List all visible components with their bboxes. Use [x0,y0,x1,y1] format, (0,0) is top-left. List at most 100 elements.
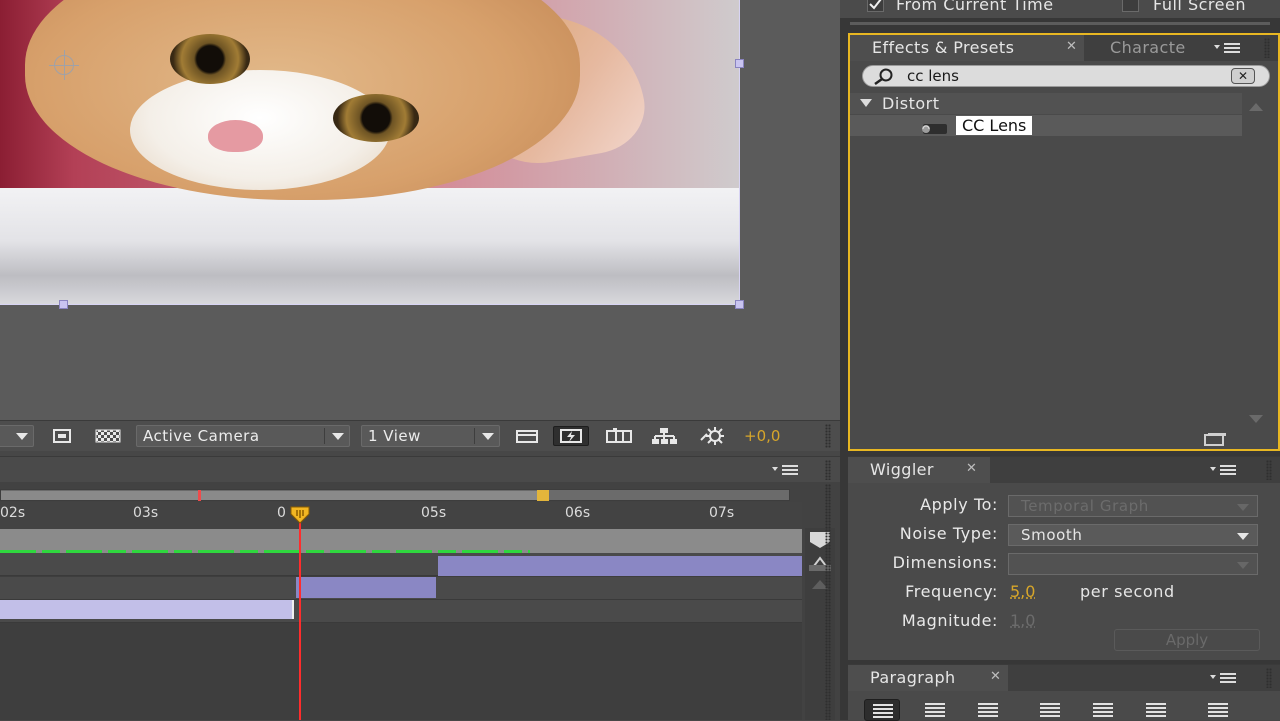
flowchart-icon[interactable] [650,426,677,446]
work-area-range[interactable] [1,491,546,500]
panel-grip[interactable] [1266,460,1272,480]
scroll-down-arrow-icon[interactable] [1248,409,1264,428]
work-area-end-handle[interactable] [537,490,549,501]
clear-search-icon[interactable]: ✕ [1231,68,1255,84]
pixel-aspect-icon[interactable] [515,426,539,446]
align-right-icon[interactable] [970,699,1006,721]
layer-duration-bar[interactable] [296,577,436,598]
category-label: Distort [882,94,940,113]
chevron-down-icon [1237,533,1249,540]
right-panel-column: From Current Time Full Screen Effects & … [840,0,1280,721]
apply-button[interactable]: Apply [1114,629,1260,651]
camera-dropdown[interactable]: Active Camera [136,425,350,447]
timeline-header [0,456,840,482]
transform-handle-right[interactable] [735,59,744,68]
search-query-text: cc lens [907,67,959,85]
chevron-down-icon [1237,504,1249,511]
resolution-dropdown[interactable] [0,425,34,447]
effects-presets-panel: Effects & Presets ✕ Characte cc lens ✕ D… [848,33,1280,451]
effects-list: Distort CC Lens [850,93,1242,437]
apply-to-dropdown[interactable]: Temporal Graph [1008,495,1258,517]
tab-character-label: Characte [1110,38,1186,57]
close-icon[interactable]: ✕ [990,669,1001,684]
playhead-icon[interactable] [288,506,312,524]
justify-last-left-icon[interactable] [1032,699,1068,721]
list-item-effect[interactable]: CC Lens [850,115,1242,136]
panel-grip[interactable] [1266,668,1272,688]
transform-handle-bottom[interactable] [59,300,68,309]
region-of-interest-icon[interactable] [50,426,74,446]
chevron-down-icon [332,433,344,440]
scroll-up-arrow-icon[interactable] [1248,97,1264,116]
panel-menu-icon[interactable] [772,463,798,475]
ruler-label: 05s [421,505,447,521]
noise-type-dropdown[interactable]: Smooth [1008,524,1258,546]
layer-bounding-box [0,0,740,305]
fast-previews-icon[interactable] [553,426,589,446]
view-layout-dropdown[interactable]: 1 View [361,425,500,447]
effect-icon [920,120,948,134]
time-ruler[interactable] [0,502,802,532]
align-left-icon[interactable] [864,699,900,721]
close-icon[interactable]: ✕ [966,461,977,476]
list-item-category[interactable]: Distort [850,93,1242,114]
magnitude-label: Magnitude: [901,611,998,630]
panel-grip[interactable] [825,484,831,720]
anchor-point-icon[interactable] [49,50,79,80]
effects-search-input[interactable]: cc lens ✕ [862,65,1270,87]
playhead-line[interactable] [299,511,301,720]
composition-frame[interactable] [0,0,740,305]
tab-wiggler[interactable]: Wiggler ✕ [848,457,990,483]
effect-label[interactable]: CC Lens [956,116,1033,135]
view-layout-label: 1 View [368,427,421,445]
apply-to-label: Apply To: [920,495,998,514]
full-screen-checkbox[interactable] [1122,0,1139,12]
dimensions-dropdown[interactable] [1008,553,1258,575]
justify-all-icon[interactable] [1200,699,1236,721]
transparency-grid-icon[interactable] [95,426,121,446]
layer-duration-bar-selected[interactable] [0,600,294,619]
search-icon [871,67,897,86]
effects-scrollbar[interactable] [1242,93,1268,423]
panel-menu-icon[interactable] [1214,41,1240,53]
wiggler-panel: Wiggler ✕ Apply To: Temporal Graph Noise… [848,456,1280,660]
layer-duration-bar[interactable] [438,556,802,576]
tab-wiggler-label: Wiggler [870,460,934,479]
tab-paragraph[interactable]: Paragraph ✕ [848,665,1008,691]
preview-options-strip: From Current Time Full Screen [840,0,1280,18]
panel-divider [850,22,1270,25]
justify-last-right-icon[interactable] [1138,699,1174,721]
panel-grip[interactable] [825,424,831,448]
wiggler-tab-bar: Wiggler ✕ [848,457,1280,483]
magnitude-value[interactable]: 1,0 [1010,611,1035,630]
camera-dropdown-label: Active Camera [143,427,260,445]
paragraph-tab-bar: Paragraph ✕ [848,665,1280,691]
composition-viewer[interactable] [0,0,840,420]
from-current-time-checkbox[interactable] [867,0,884,12]
dimensions-label: Dimensions: [892,553,998,572]
disclosure-triangle-icon[interactable] [860,99,872,107]
timeline-panel: 02s 03s 0 05s 06s 07s [0,456,840,720]
frequency-value[interactable]: 5,0 [1010,582,1035,601]
work-area-bar[interactable] [0,489,790,501]
chevron-down-icon [1237,562,1249,569]
apply-to-value: Temporal Graph [1021,497,1149,515]
tab-effects-presets-label: Effects & Presets [872,38,1015,57]
exposure-reset-icon[interactable] [699,426,731,446]
tab-effects-presets[interactable]: Effects & Presets ✕ [850,35,1084,61]
close-icon[interactable]: ✕ [1066,39,1077,54]
exposure-value[interactable]: +0,0 [744,427,780,445]
new-folder-icon[interactable] [1204,431,1226,446]
panel-grip[interactable] [825,460,831,480]
panel-menu-icon[interactable] [1210,671,1236,683]
viewer-toolbar: Active Camera 1 View +0,0 [0,420,840,451]
panel-grip[interactable] [1264,38,1270,58]
panel-menu-icon[interactable] [1210,463,1236,475]
from-current-time-label: From Current Time [896,0,1054,14]
tab-character[interactable]: Characte [1084,35,1224,61]
timeline-toggle-icon[interactable] [605,426,632,446]
ruler-label: 02s [0,505,26,521]
align-center-icon[interactable] [917,699,953,721]
justify-last-center-icon[interactable] [1085,699,1121,721]
transform-handle-corner[interactable] [735,300,744,309]
